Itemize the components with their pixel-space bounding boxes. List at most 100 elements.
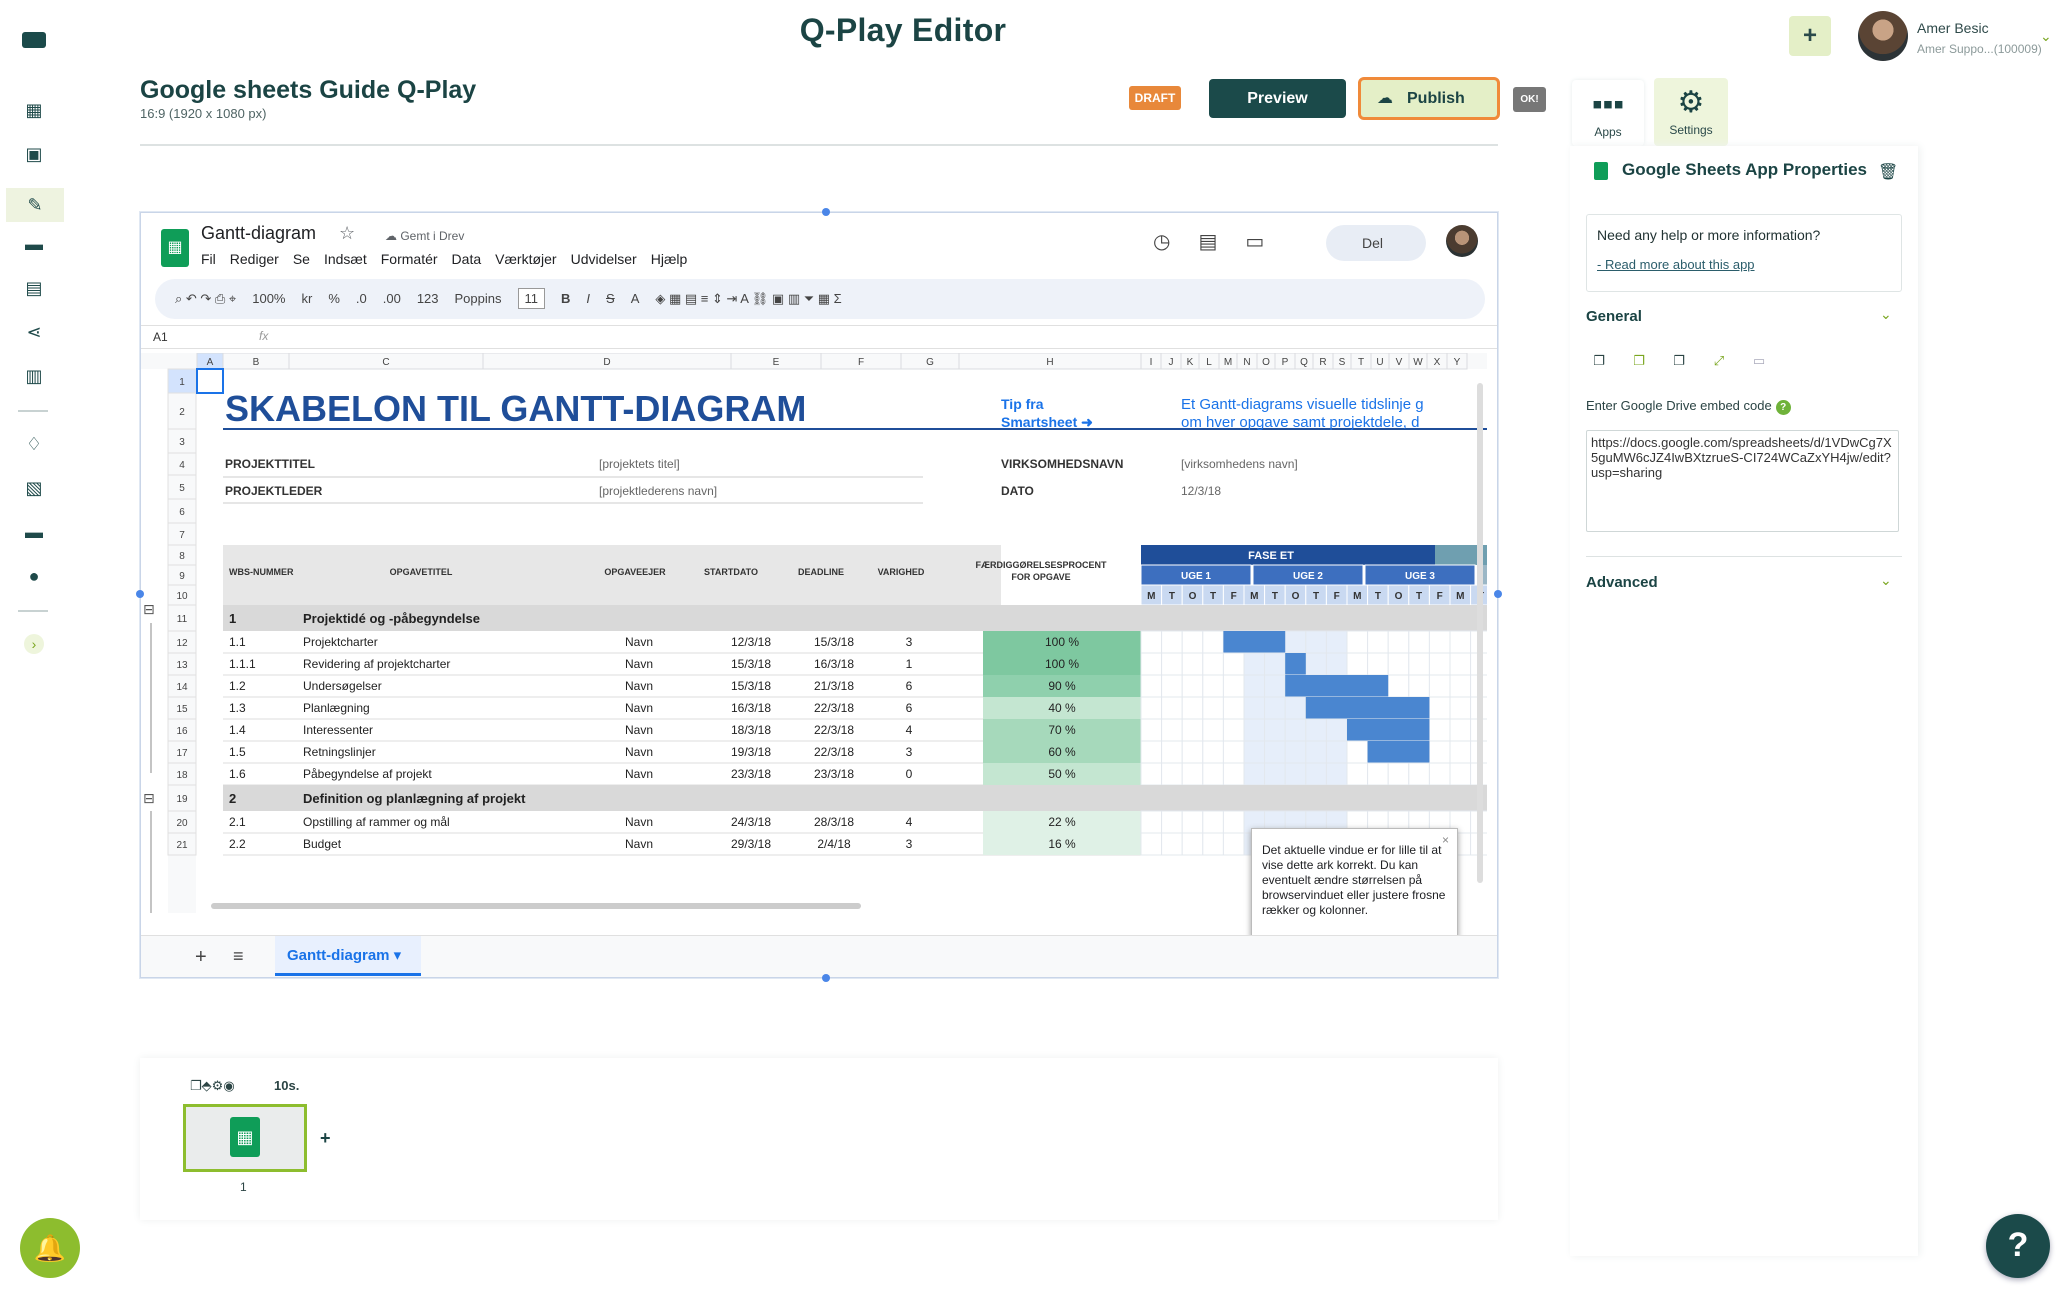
menu-item-3[interactable]: Indsæt (324, 251, 367, 267)
alert-icon[interactable]: ● (22, 566, 46, 586)
layers-icon[interactable]: ❐ (1670, 353, 1688, 369)
media-icon[interactable]: ▣ (22, 144, 46, 164)
percent-text: 60 % (1048, 745, 1076, 759)
tab-apps[interactable]: ▪▪▪ Apps (1572, 80, 1644, 146)
menu-item-2[interactable]: Se (293, 251, 310, 267)
toolbar-item-6[interactable]: Poppins (455, 291, 502, 306)
toolbar-item-5[interactable]: 123 (417, 291, 439, 306)
cell-reference[interactable]: A1 (153, 330, 168, 344)
preview-button[interactable]: Preview (1209, 79, 1346, 118)
screens-icon[interactable]: ▬ (22, 234, 46, 254)
trash-icon[interactable]: 🗑 (1878, 162, 1898, 182)
history-icon[interactable]: ◷ (1153, 231, 1170, 253)
toolbar-item-7[interactable]: 11 (517, 288, 545, 309)
resize-handle[interactable] (822, 974, 830, 982)
chevron-down-icon[interactable]: ⌄ (1880, 572, 1892, 589)
notifications-button[interactable]: 🔔 (20, 1218, 80, 1278)
gantt-cell (1181, 630, 1204, 654)
alarm-icon[interactable]: ♢ (22, 434, 46, 454)
copy-icon[interactable]: ❐ (1590, 353, 1608, 369)
menu-item-5[interactable]: Data (452, 251, 482, 267)
help-button[interactable]: ? (1986, 1214, 2050, 1278)
editor-icon[interactable]: ✎ (6, 188, 64, 222)
toolbar-item-0[interactable]: 100% (252, 291, 285, 306)
cell-text: 4 (906, 815, 913, 829)
toolbar-basic-icons[interactable]: ⌕ ↶ ↷ ⎙ ⌖ (175, 291, 236, 306)
add-sheet-icon[interactable]: + (195, 946, 207, 969)
menu-item-1[interactable]: Rediger (230, 251, 279, 267)
toolbar-item-1[interactable]: kr (301, 291, 312, 306)
tab-gantt-diagram[interactable]: Gantt-diagram ▾ (275, 936, 421, 976)
star-icon[interactable]: ☆ (339, 223, 355, 244)
gantt-cell (1325, 718, 1348, 742)
schedule-icon[interactable]: ▥ (22, 366, 46, 386)
tab-settings[interactable]: ⚙ Settings (1654, 78, 1728, 146)
avatar[interactable] (1858, 11, 1908, 61)
tab-settings-label: Settings (1669, 123, 1713, 137)
chevron-down-icon[interactable]: ⌄ (2040, 28, 2052, 45)
toolbar-item-9[interactable]: I (586, 291, 590, 306)
fullscreen-icon[interactable]: ⤢ (1710, 353, 1728, 369)
toolbar-item-3[interactable]: .0 (356, 291, 367, 306)
menu-item-0[interactable]: Fil (201, 251, 216, 267)
add-slide-button[interactable]: + (320, 1128, 331, 1149)
gantt-cell (1449, 740, 1472, 764)
column-letter: C (382, 357, 389, 368)
menu-item-7[interactable]: Udvidelser (571, 251, 637, 267)
duplicate-icon[interactable]: ❐ (1630, 353, 1648, 369)
slide-number: 1 (240, 1180, 247, 1194)
user-account[interactable]: Amer Suppo...(100009) (1917, 42, 2042, 56)
resize-handle[interactable] (136, 590, 144, 598)
gear-icon[interactable]: ⚙ (212, 1078, 224, 1093)
comment-icon[interactable]: ▤ (1198, 231, 1217, 253)
toolbar-item-4[interactable]: .00 (383, 291, 401, 306)
sheet-avatar[interactable] (1446, 225, 1478, 257)
toolbar-format-icons[interactable]: ◈ ▦ ▤ ≡ ⇕ ⇥ A ⛓ ▣ ▥ ⏷ ▦ Σ (655, 291, 841, 306)
gantt-cell (1181, 718, 1204, 742)
help-icon[interactable]: ? (1775, 400, 1791, 415)
read-more-link[interactable]: - Read more about this app (1597, 257, 1891, 272)
sheet-list-icon[interactable]: ≡ (233, 946, 244, 967)
percent-text: 70 % (1048, 723, 1076, 737)
toolbar-item-10[interactable]: S (606, 291, 615, 306)
sheet-main-title: SKABELON TIL GANTT-DIAGRAM (225, 388, 806, 429)
close-icon[interactable]: × (1442, 833, 1449, 848)
toolbar-item-11[interactable]: A (631, 291, 640, 306)
chevron-down-icon[interactable]: ⌄ (1880, 306, 1892, 323)
dashboard-icon[interactable]: ▦ (22, 100, 46, 120)
row-number: 2 (179, 407, 185, 418)
google-sheet-embed[interactable]: ▦ Gantt-diagram ☆ ☁ Gemt i Drev Fil Redig… (140, 212, 1498, 978)
erase-icon[interactable]: ⬘ (202, 1078, 212, 1093)
publish-button[interactable]: ☁ Publish (1358, 77, 1500, 120)
column-letter: N (1243, 357, 1250, 368)
menu-item-8[interactable]: Hjælp (651, 251, 688, 267)
playlist-icon[interactable]: ▤ (22, 278, 46, 298)
advanced-section-header[interactable]: Advanced (1586, 574, 1658, 591)
slide-thumbnail[interactable]: ▦ (183, 1104, 307, 1172)
sheet-title[interactable]: Gantt-diagram (201, 223, 316, 244)
device-icon[interactable]: ▬ (22, 522, 46, 542)
toolbar-item-8[interactable]: B (561, 291, 570, 306)
menu-item-6[interactable]: Værktøjer (495, 251, 556, 267)
reports-icon[interactable]: ▧ (22, 478, 46, 498)
gantt-cell (1428, 652, 1451, 676)
user-name[interactable]: Amer Besic (1917, 20, 1989, 36)
share-button[interactable]: Del (1326, 225, 1426, 261)
percent-text: 50 % (1048, 767, 1076, 781)
resize-handle[interactable] (822, 208, 830, 216)
column-letter: W (1413, 357, 1423, 368)
embed-code-input[interactable] (1586, 430, 1899, 532)
screen-icon[interactable]: ▭ (1750, 353, 1768, 369)
eye-icon[interactable]: ◉ (223, 1078, 234, 1093)
toolbar-item-2[interactable]: % (328, 291, 340, 306)
add-button[interactable]: + (1789, 16, 1831, 56)
menu-item-4[interactable]: Formatér (381, 251, 438, 267)
meet-icon[interactable]: ▭ (1245, 231, 1264, 253)
copy-icon[interactable]: ❐ (190, 1078, 202, 1093)
share-icon[interactable]: ⋖ (22, 322, 46, 342)
gantt-cell (1222, 674, 1245, 698)
general-section-header[interactable]: General (1586, 308, 1642, 325)
ok-badge[interactable]: OK! (1513, 87, 1546, 112)
expand-rail-icon[interactable]: › (24, 634, 44, 654)
resize-handle[interactable] (1494, 590, 1502, 598)
